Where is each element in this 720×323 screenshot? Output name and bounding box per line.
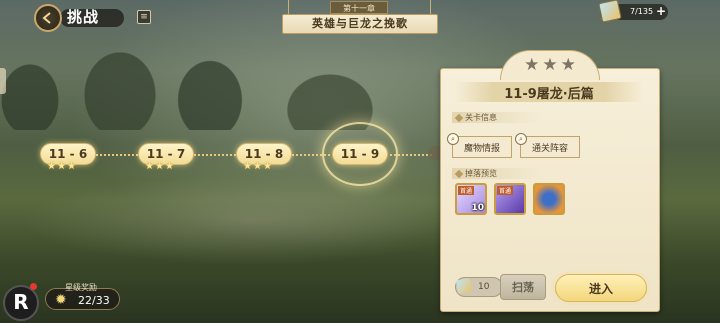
magnifier-icon: ⌕ (515, 133, 527, 145)
chain-decoration (288, 0, 289, 15)
drop-item-orb[interactable] (533, 183, 565, 215)
section-label-info: 关卡信息 (465, 113, 497, 122)
road-glow (20, 175, 480, 265)
app-logo[interactable]: R (3, 285, 39, 321)
side-drawer-tab[interactable] (0, 68, 6, 94)
stage-stars: ★ ★ ★ (47, 162, 76, 172)
clear-team-button[interactable]: 通关阵容 (520, 136, 580, 158)
star-icon: ★ (56, 161, 66, 172)
stage-label: 11 - 7 (146, 147, 186, 161)
clear-team-label: 通关阵容 (531, 143, 568, 154)
stage-stars: ★ ★ ★ (145, 162, 174, 172)
drop-count: 10 (471, 203, 484, 213)
star-reward-count: 22/33 (78, 294, 110, 307)
path-connector (96, 154, 138, 156)
star-empty-icon: ★ (524, 55, 540, 75)
star-empty-icon: ★ (542, 55, 558, 75)
stage-label: 11 - 6 (48, 147, 88, 161)
path-connector (194, 154, 236, 156)
panel-toggle-tab[interactable] (428, 146, 440, 160)
enter-label: 进入 (588, 281, 613, 296)
chapter-header: 第十一章 英雄与巨龙之挽歌 (280, 0, 440, 40)
back-arrow-icon (42, 12, 51, 24)
star-icon: ★ (252, 161, 262, 172)
magnifier-icon: ⌕ (447, 133, 459, 145)
sweep-label: 扫荡 (512, 281, 534, 294)
stage-label: 11 - 9 (340, 147, 380, 161)
stage-star-rating: ★ ★ ★ (521, 55, 579, 75)
star-empty-icon: ★ (560, 55, 576, 75)
drop-item-potion[interactable]: 首通 (494, 183, 526, 215)
star-icon: ★ (164, 161, 174, 172)
sweep-button[interactable]: 扫荡 (500, 274, 546, 300)
stage-title: 11-9屠龙·后篇 (504, 87, 594, 102)
stamina-value: 7/135 (630, 7, 654, 16)
stage-label: 11 - 8 (244, 147, 284, 161)
enter-button[interactable]: 进入 (555, 274, 647, 302)
chain-decoration (430, 0, 431, 15)
first-clear-badge: 首通 (458, 186, 475, 195)
star-icon: ★ (145, 161, 154, 172)
monster-info-button[interactable]: 魔物情报 (452, 136, 512, 158)
stage-node-current[interactable]: 11 - 9 (332, 143, 388, 165)
first-clear-badge: 首通 (497, 186, 514, 195)
notification-dot (30, 283, 37, 290)
drop-item-crystal[interactable]: 首通 10 (455, 183, 487, 215)
stage-stars: ★ ★ ★ (243, 162, 272, 172)
chapter-number: 第十一章 (330, 1, 388, 14)
star-icon: ✹ (55, 292, 67, 308)
back-button[interactable] (34, 4, 62, 32)
star-icon: ★ (262, 161, 272, 172)
section-label-drops: 掉落预览 (465, 169, 497, 178)
star-icon: ★ (66, 161, 76, 172)
star-icon: ★ (154, 161, 164, 172)
monster-info-label: 魔物情报 (463, 143, 500, 154)
sweep-ticket-count: 10 (478, 282, 490, 292)
star-reward-label: 星级奖励 (65, 283, 97, 292)
star-icon: ★ (47, 161, 56, 172)
star-icon: ★ (243, 161, 252, 172)
page-title: 挑战 (67, 8, 100, 26)
chapter-name: 英雄与巨龙之挽歌 (282, 14, 438, 34)
sweep-ticket-icon (455, 277, 473, 295)
stamina-ticket-icon (598, 0, 622, 23)
add-stamina-button[interactable]: + (655, 5, 667, 18)
log-book-icon[interactable]: ≡ (137, 10, 151, 24)
